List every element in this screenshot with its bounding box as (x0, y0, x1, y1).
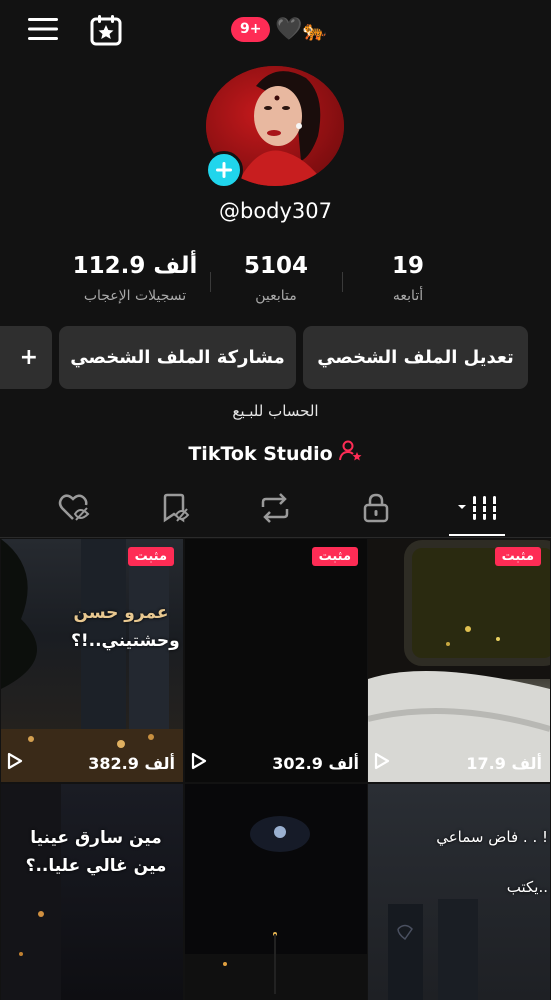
tabs-divider (0, 537, 551, 538)
heart-hidden-icon (58, 493, 90, 527)
video-caption-line: مين غالي عليا..؟ (25, 856, 167, 876)
add-story-button[interactable] (205, 151, 243, 189)
video-tile[interactable]: مثبت 17.9 ألف (368, 539, 550, 782)
video-tile[interactable]: مثبت عمرو حسن وحشتيني..!؟ 382.9 ألف (1, 539, 183, 782)
lock-icon (362, 493, 390, 527)
following-stat[interactable]: 19 أتابعه (338, 252, 478, 304)
play-icon (7, 752, 23, 774)
tiktok-studio-link[interactable]: TikTok Studio (0, 440, 551, 467)
active-tab-indicator (449, 534, 505, 536)
view-count: 17.9 ألف (374, 752, 542, 774)
notification-badge[interactable]: 9+ (231, 17, 271, 42)
tiktok-studio-label: TikTok Studio (188, 442, 333, 465)
video-tile[interactable]: مثبت 302.9 ألف (185, 539, 367, 782)
video-caption-line: عمرو حسن (73, 603, 169, 623)
video-caption-line: مين سارق عينيا (30, 828, 162, 848)
view-count-label: 302.9 ألف (272, 753, 359, 773)
video-tile[interactable]: مين سارق عينيا مين غالي عليا..؟ (1, 784, 183, 1000)
likes-stat[interactable]: 112.9 ألف تسجيلات الإعجاب (65, 252, 205, 304)
view-count: 302.9 ألف (191, 752, 359, 774)
hamburger-menu-icon[interactable] (28, 17, 58, 41)
tab-liked[interactable] (44, 488, 104, 532)
view-count: 382.9 ألف (7, 752, 175, 774)
video-tile[interactable]: فاض سماعي . . ! يكتب.. (368, 784, 550, 1000)
grid-dropdown-icon (454, 493, 500, 527)
share-profile-button[interactable]: مشاركة الملف الشخصي (59, 326, 296, 389)
followers-stat[interactable]: 5104 متابعين (206, 252, 346, 304)
repost-icon (259, 493, 291, 527)
tiger-emoji: 🐅 (302, 18, 327, 42)
black-heart-emoji: 🖤 (275, 17, 303, 42)
pinned-badge: مثبت (494, 547, 541, 566)
bookmark-hidden-icon (160, 493, 190, 527)
tab-favorites[interactable] (145, 488, 205, 532)
pinned-badge: مثبت (127, 547, 174, 566)
likes-count: 112.9 ألف (72, 253, 198, 279)
tab-videos-grid[interactable] (447, 488, 507, 532)
following-label: أتابعه (392, 288, 424, 304)
play-icon (374, 752, 390, 774)
calendar-star-icon[interactable] (90, 14, 122, 46)
video-caption: فاض سماعي . . ! يكتب.. (398, 812, 548, 912)
video-tile[interactable] (185, 784, 367, 1000)
play-icon (191, 752, 207, 774)
person-star-icon (338, 440, 363, 467)
video-caption-line: يكتب.. (506, 878, 548, 896)
edit-profile-button[interactable]: تعديل الملف الشخصي (303, 326, 528, 389)
video-caption-line: وحشتيني..!؟ (71, 631, 180, 651)
followers-label: متابعين (255, 288, 297, 304)
add-friend-button[interactable]: + (0, 326, 52, 389)
username: @body307 (218, 199, 333, 223)
video-caption: عمرو حسن وحشتيني..!؟ (71, 599, 180, 655)
following-count: 19 (391, 253, 424, 279)
video-caption: مين سارق عينيا مين غالي عليا..؟ (21, 824, 171, 880)
view-count-label: 17.9 ألف (466, 753, 542, 773)
tab-reposts[interactable] (245, 488, 305, 532)
view-count-label: 382.9 ألف (88, 753, 175, 773)
followers-count: 5104 (243, 253, 308, 279)
video-caption-line: فاض سماعي . . ! (436, 828, 548, 846)
bio-text: الحساب للبـيع (232, 402, 319, 420)
likes-label: تسجيلات الإعجاب (83, 288, 187, 304)
pinned-badge: مثبت (311, 547, 358, 566)
tab-private[interactable] (346, 488, 406, 532)
